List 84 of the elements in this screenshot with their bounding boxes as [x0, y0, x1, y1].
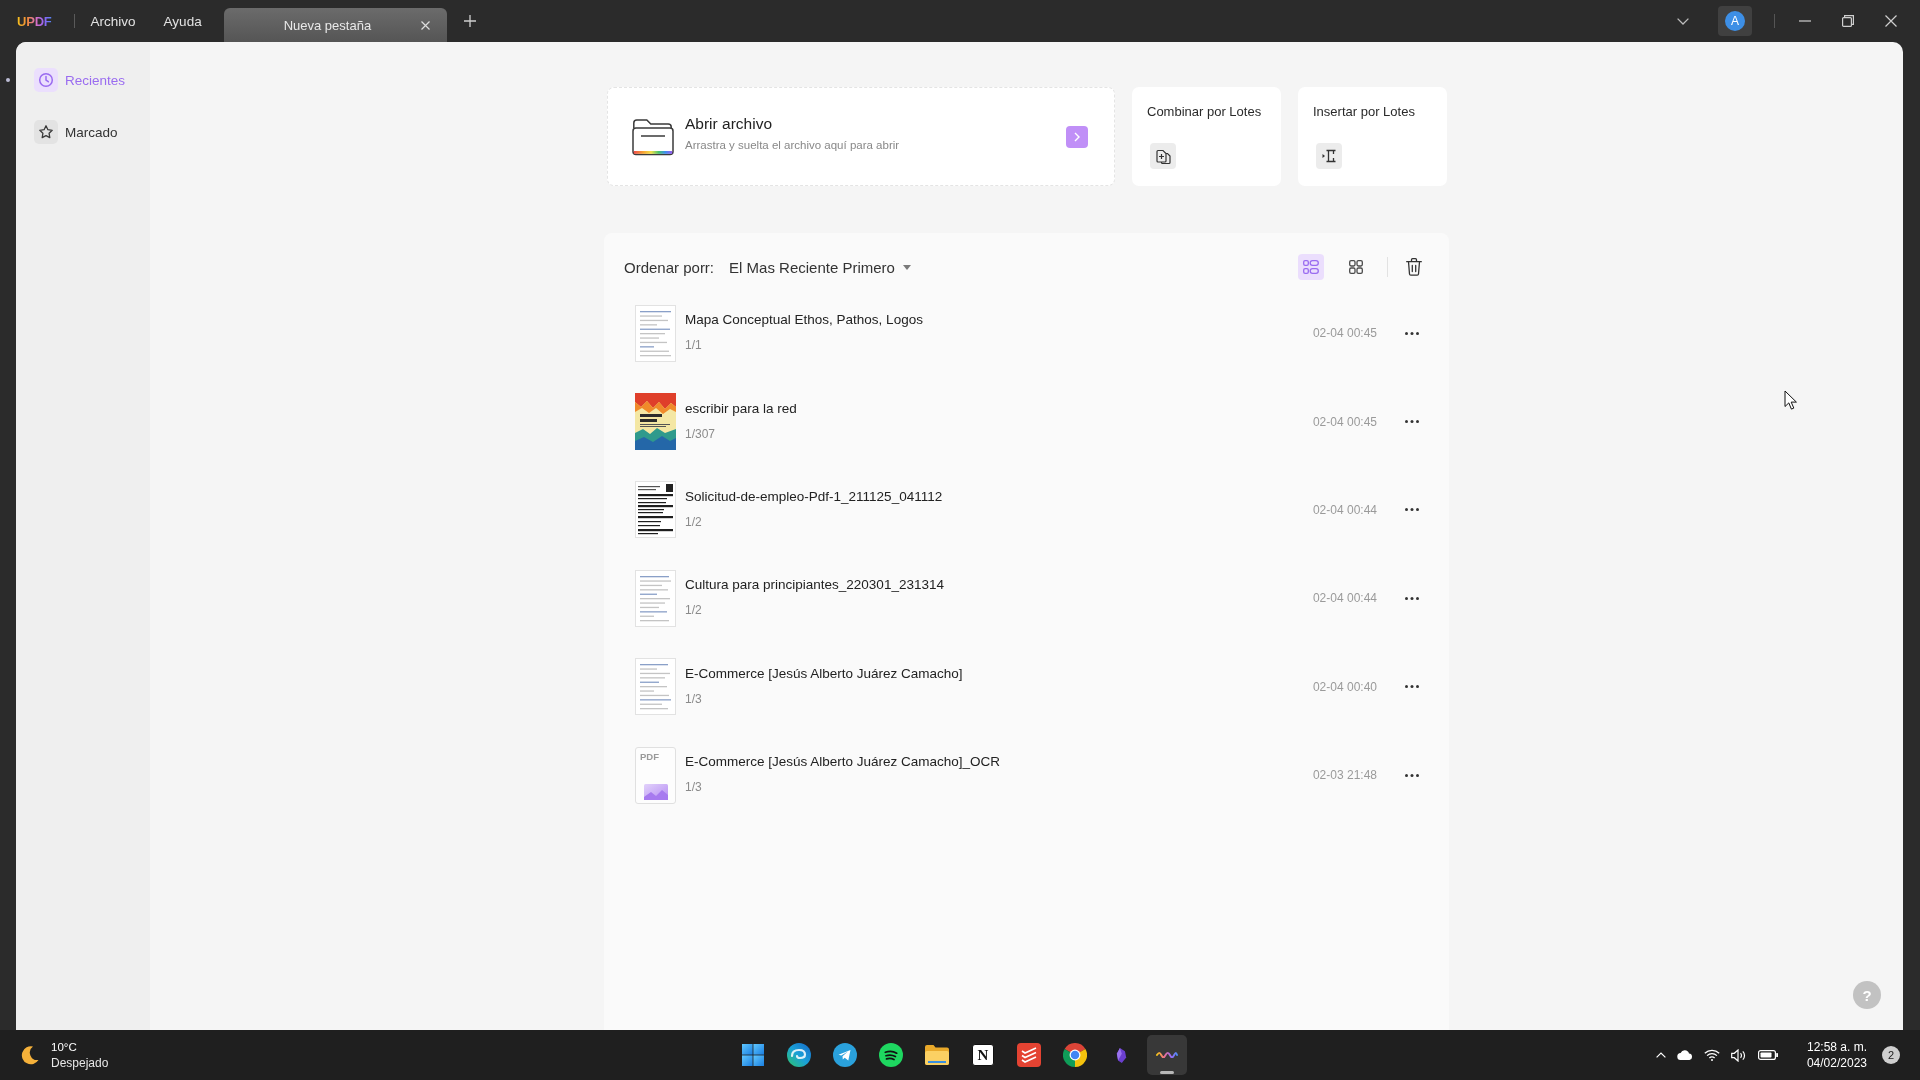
file-date: 02-04 00:44 [1312, 591, 1377, 606]
volume-icon[interactable] [1730, 1048, 1747, 1062]
page-count: 1/307 [685, 426, 717, 442]
caret-icon [902, 264, 911, 270]
restore-icon[interactable] [1842, 15, 1854, 27]
sort-label: Ordenar porr: [624, 258, 715, 276]
grid-view-icon [1349, 260, 1363, 274]
folder-icon [632, 117, 674, 156]
trash-icon[interactable] [1406, 258, 1422, 276]
close-icon[interactable] [1885, 15, 1897, 27]
folder-icon [925, 1043, 949, 1067]
taskbar-button[interactable] [1147, 1035, 1187, 1075]
card-subtitle: Arrastra y suelta el archivo aquí para abrir [685, 138, 900, 151]
swirl-icon [787, 1043, 811, 1067]
batch-action-card[interactable]: Insertar por Lotes [1298, 87, 1447, 186]
more-icon[interactable] [1405, 508, 1419, 512]
open-file-card[interactable]: Abrir archivo Arrastra y suelta el archivo aquí para abrir [607, 87, 1115, 186]
page-count: 1/3 [685, 780, 703, 796]
chevron-down-icon[interactable] [1677, 17, 1689, 25]
cloud-icon[interactable] [1676, 1050, 1693, 1060]
list-view-icon [1303, 260, 1319, 274]
file-date: 02-04 00:45 [1312, 326, 1377, 341]
more-icon[interactable] [1405, 773, 1419, 777]
file-date: 02-04 00:45 [1312, 414, 1377, 429]
batch-action-card[interactable]: Combinar por Lotes [1132, 87, 1281, 186]
file-date: 02-04 00:44 [1312, 502, 1377, 517]
file-date: 02-04 00:40 [1312, 679, 1377, 694]
avatar: A [1725, 11, 1745, 31]
card-title: Abrir archivo [685, 114, 773, 133]
menu-item[interactable]: Archivo [90, 13, 136, 29]
card-title: Insertar por Lotes [1313, 104, 1415, 120]
page-thumbnail [635, 304, 676, 362]
card-title: Combinar por Lotes [1147, 104, 1262, 120]
close-icon[interactable] [420, 20, 430, 30]
clock-date: 04/02/2023 [1806, 1055, 1867, 1071]
sort-dropdown[interactable]: El Mas Reciente Primero [729, 258, 911, 276]
menu-item[interactable]: Ayuda [163, 13, 202, 29]
notification-count[interactable]: 2 [1882, 1046, 1900, 1064]
page-thumbnail [635, 569, 676, 627]
plus-icon[interactable] [463, 15, 476, 27]
file-name: Solicitud-de-empleo-Pdf-1_211125_041112 [685, 487, 944, 506]
moon-icon [20, 1045, 40, 1065]
page-count: 1/2 [685, 514, 703, 530]
battery-icon[interactable] [1757, 1050, 1778, 1060]
picture-icon [643, 783, 668, 800]
weather-condition: Despejado [51, 1055, 109, 1071]
page-thumbnail [635, 658, 676, 716]
file-date: 02-03 21:48 [1312, 768, 1377, 783]
paper-plane-icon [833, 1043, 857, 1067]
file-type-label: PDF [640, 750, 659, 762]
wave-line-icon [1156, 1051, 1178, 1059]
insert-pages-icon [1316, 143, 1342, 169]
file-name: E-Commerce [Jesús Alberto Juárez Camacho] [685, 664, 964, 683]
page-count: 1/3 [685, 691, 703, 707]
combine-pages-icon [1150, 143, 1176, 169]
sound-waves-icon [879, 1043, 903, 1067]
start-icon [742, 1044, 764, 1066]
mouse-pointer-icon [1784, 390, 1797, 410]
page-count: 1/2 [685, 603, 703, 619]
list-view-button[interactable] [1298, 254, 1324, 280]
chevron-up-icon[interactable] [1655, 1052, 1666, 1058]
more-icon[interactable] [1405, 331, 1419, 335]
more-icon[interactable] [1405, 685, 1419, 689]
file-name: Cultura para principiantes_220301_231314 [685, 576, 945, 595]
file-name: Mapa Conceptual Ethos, Pathos, Logos [685, 311, 924, 330]
circle-segments-icon [1063, 1043, 1087, 1067]
temperature: 10°C [51, 1039, 78, 1055]
file-name: E-Commerce [Jesús Alberto Juárez Camacho]_OCR [685, 753, 1002, 772]
wifi-icon[interactable] [1703, 1049, 1720, 1061]
checklist-icon [1017, 1043, 1041, 1067]
sidebar-item[interactable]: Marcado [34, 118, 118, 146]
tab[interactable]: Nueva pestaña [223, 8, 447, 42]
more-icon[interactable] [1405, 420, 1419, 424]
book-cover-thumbnail [635, 393, 676, 451]
chevron-right-icon [1074, 131, 1080, 142]
more-icon[interactable] [1405, 596, 1419, 600]
clock-time: 12:58 a. m. [1806, 1039, 1867, 1055]
indicator-dot-icon [6, 78, 10, 82]
clock-icon [34, 68, 58, 92]
taskbar-button[interactable]: N [963, 1035, 1003, 1075]
letter-tile: N [972, 1044, 994, 1066]
page-thumbnail [635, 481, 676, 539]
page-count: 1/1 [685, 338, 703, 354]
file-name: escribir para la red [685, 399, 798, 418]
